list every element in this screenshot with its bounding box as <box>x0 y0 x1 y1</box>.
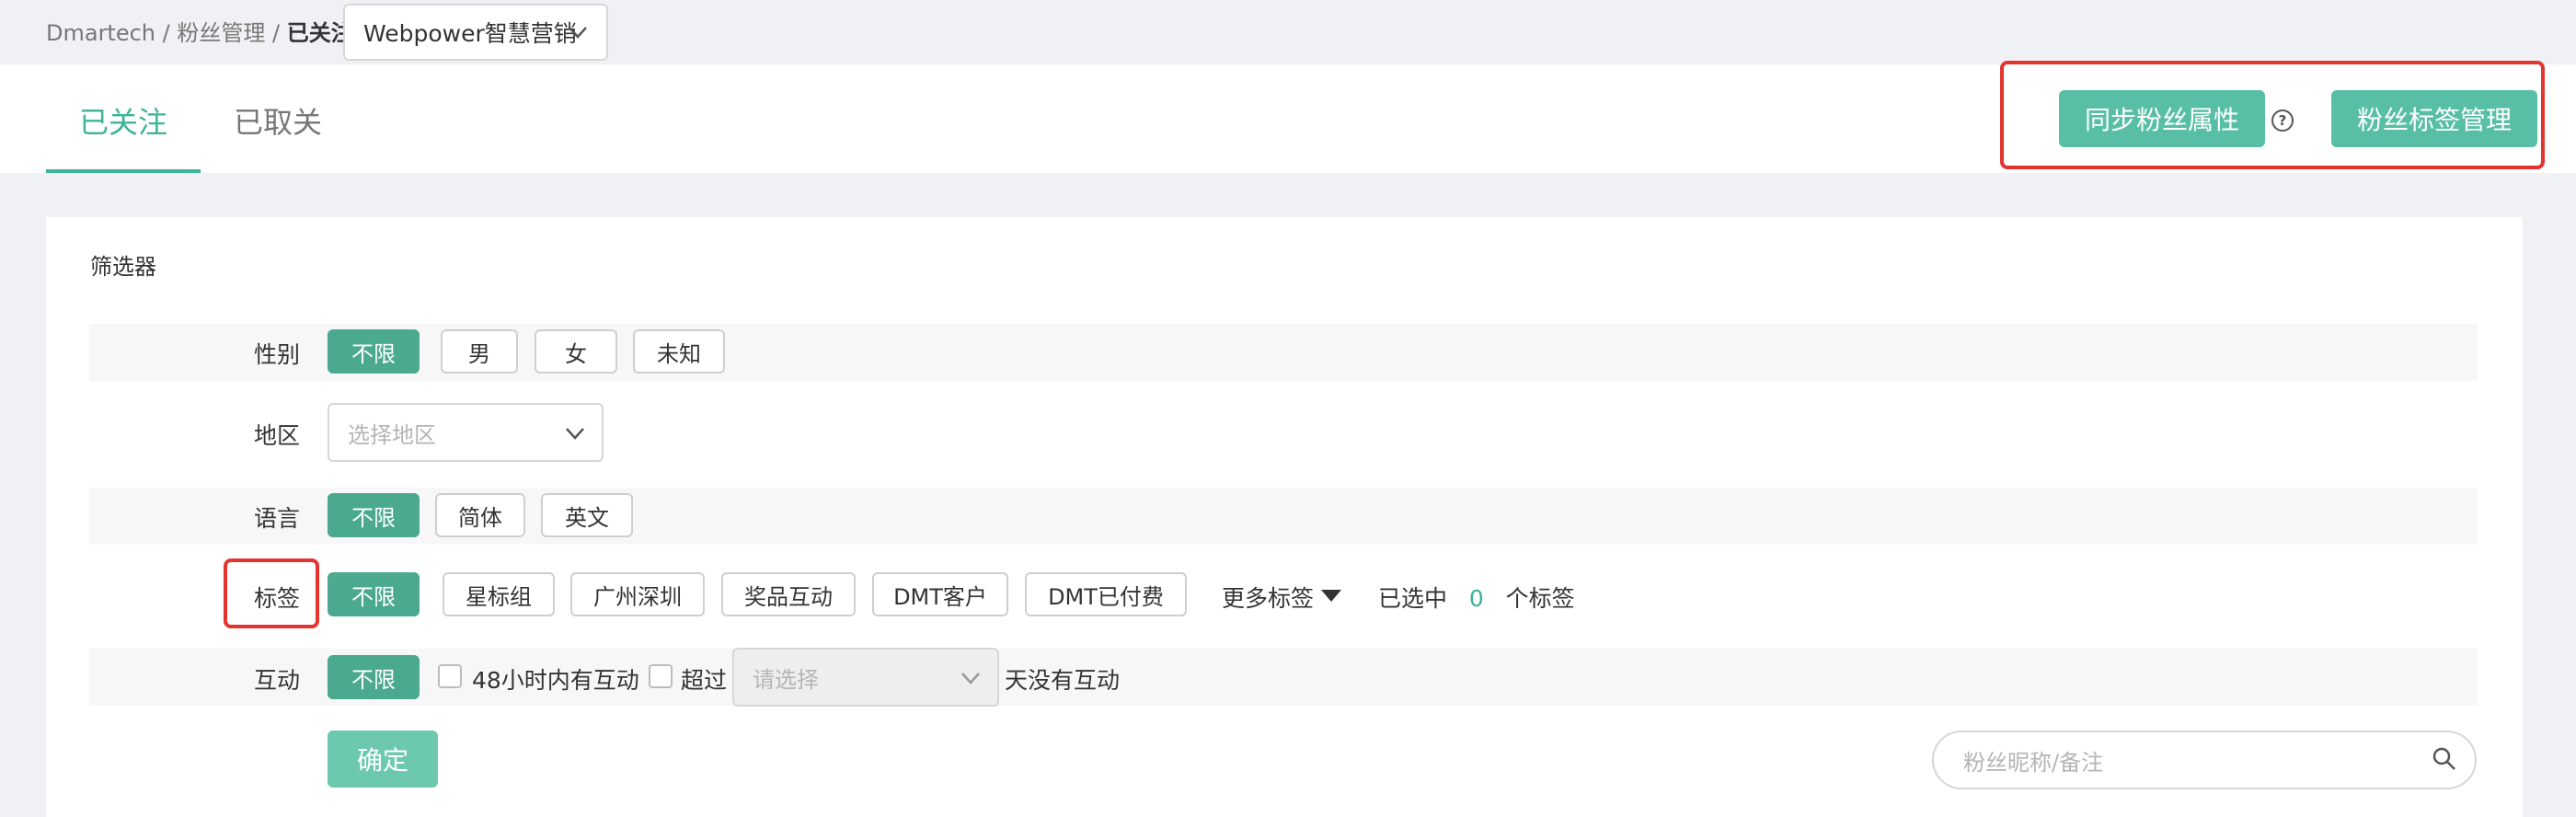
breadcrumb-fans[interactable]: 粉丝管理 <box>177 20 265 46</box>
language-label: 语言 <box>253 505 300 532</box>
filter-title: 筛选器 <box>90 254 156 280</box>
days-select-placeholder: 请选择 <box>753 666 819 693</box>
tag-option-starred[interactable]: 星标组 <box>443 572 555 616</box>
tag-option-prize-interaction[interactable]: 奖品互动 <box>721 572 856 616</box>
gender-option-unlimited[interactable]: 不限 <box>328 329 420 374</box>
language-option-unlimited[interactable]: 不限 <box>328 493 420 537</box>
within-48h-checkbox[interactable] <box>438 664 462 688</box>
region-select-placeholder: 选择地区 <box>348 421 436 448</box>
over-days-checkbox[interactable] <box>649 664 673 688</box>
fan-tag-management-button[interactable]: 粉丝标签管理 <box>2331 90 2537 147</box>
tags-label: 标签 <box>253 585 300 612</box>
account-select-value: Webpower智慧营销 <box>363 20 577 47</box>
no-interaction-days-label: 天没有互动 <box>1005 667 1121 694</box>
tab-followed[interactable]: 已关注 <box>79 99 167 142</box>
more-tags-link[interactable]: 更多标签 <box>1222 581 1314 614</box>
tag-option-dmt-customer[interactable]: DMT客户 <box>872 572 1008 616</box>
selected-tags-count: 0 <box>1468 585 1484 612</box>
tag-option-guangzhou-shenzhen[interactable]: 广州深圳 <box>570 572 705 616</box>
within-48h-label: 48小时内有互动 <box>472 667 639 694</box>
tag-option-dmt-paid[interactable]: DMT已付费 <box>1025 572 1187 616</box>
gender-label: 性别 <box>253 341 300 368</box>
breadcrumb: Dmartech / 粉丝管理 / 已关注 <box>46 20 353 46</box>
search-icon[interactable] <box>2431 745 2458 773</box>
breadcrumb-dmartech[interactable]: Dmartech <box>46 20 155 46</box>
language-option-english[interactable]: 英文 <box>541 493 633 537</box>
active-tab-indicator <box>46 169 201 173</box>
region-select[interactable]: 选择地区 <box>328 403 604 462</box>
chevron-down-icon <box>961 673 980 685</box>
gender-option-unknown[interactable]: 未知 <box>633 329 725 374</box>
top-bar: Dmartech / 粉丝管理 / 已关注 Webpower智慧营销 <box>0 0 2576 64</box>
language-option-simplified[interactable]: 简体 <box>435 493 525 537</box>
sync-fan-attributes-button[interactable]: 同步粉丝属性 <box>2059 90 2265 147</box>
over-label: 超过 <box>681 667 728 694</box>
tab-unfollowed[interactable]: 已取关 <box>234 99 322 142</box>
interaction-option-unlimited[interactable]: 不限 <box>328 655 420 699</box>
region-label: 地区 <box>253 422 300 449</box>
interaction-label: 互动 <box>253 667 300 694</box>
search-placeholder: 粉丝昵称/备注 <box>1963 749 2104 776</box>
chevron-down-icon <box>569 27 587 39</box>
fan-search-input[interactable]: 粉丝昵称/备注 <box>1932 731 2477 789</box>
gender-option-female[interactable]: 女 <box>535 329 617 374</box>
confirm-button[interactable]: 确定 <box>328 731 438 788</box>
chevron-down-icon <box>566 428 584 440</box>
account-select[interactable]: Webpower智慧营销 <box>343 4 608 61</box>
caret-down-icon[interactable] <box>1321 590 1341 602</box>
gender-option-male[interactable]: 男 <box>441 329 518 374</box>
tag-option-unlimited[interactable]: 不限 <box>328 572 420 616</box>
days-select[interactable]: 请选择 <box>732 648 999 707</box>
help-icon[interactable]: ? <box>2271 109 2294 132</box>
selected-tags-summary: 已选中 0 个标签 <box>1378 585 1575 612</box>
